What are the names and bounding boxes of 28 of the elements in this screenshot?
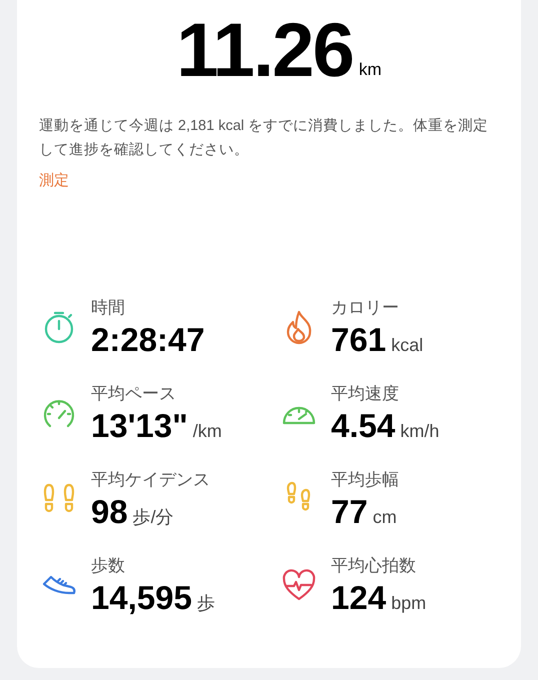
metric-label: 平均ケイデンス	[91, 468, 210, 490]
metric-label: 時間	[91, 296, 126, 318]
metric-label: カロリー	[331, 296, 400, 318]
distance-unit: km	[358, 58, 382, 80]
metric-value: 4.54	[331, 406, 396, 444]
metric-value: 761	[331, 320, 386, 358]
metric-value: 2:28:47	[91, 320, 205, 358]
metric-unit: kcal	[391, 334, 424, 356]
measure-link[interactable]: 測定	[39, 170, 69, 192]
heart-rate-icon	[281, 566, 317, 602]
metric-unit: km/h	[400, 420, 440, 442]
metric-value: 124	[331, 578, 386, 616]
metric-unit: cm	[372, 506, 397, 528]
metric-unit: /km	[192, 420, 222, 442]
metric-value: 14,595	[91, 578, 192, 616]
metric-label: 平均歩幅	[331, 468, 399, 490]
metric-label: 平均ペース	[91, 382, 177, 404]
metric-label: 平均速度	[331, 382, 400, 404]
metric-value: 98	[91, 492, 128, 530]
metric-value: 77	[331, 492, 368, 530]
calorie-message: 運動を通じて今週は 2,181 kcal をすでに消費しました。体重を測定して進捗を確認してください。	[39, 116, 490, 160]
metric-unit: 歩/分	[132, 506, 174, 528]
metric-label: 歩数	[91, 554, 126, 576]
metric-label: 平均心拍数	[331, 554, 417, 576]
metric-value: 13'13"	[91, 406, 188, 444]
distance-value: 11.26	[176, 10, 353, 92]
metric-unit: bpm	[391, 592, 426, 615]
metric-unit: 歩	[196, 592, 215, 614]
